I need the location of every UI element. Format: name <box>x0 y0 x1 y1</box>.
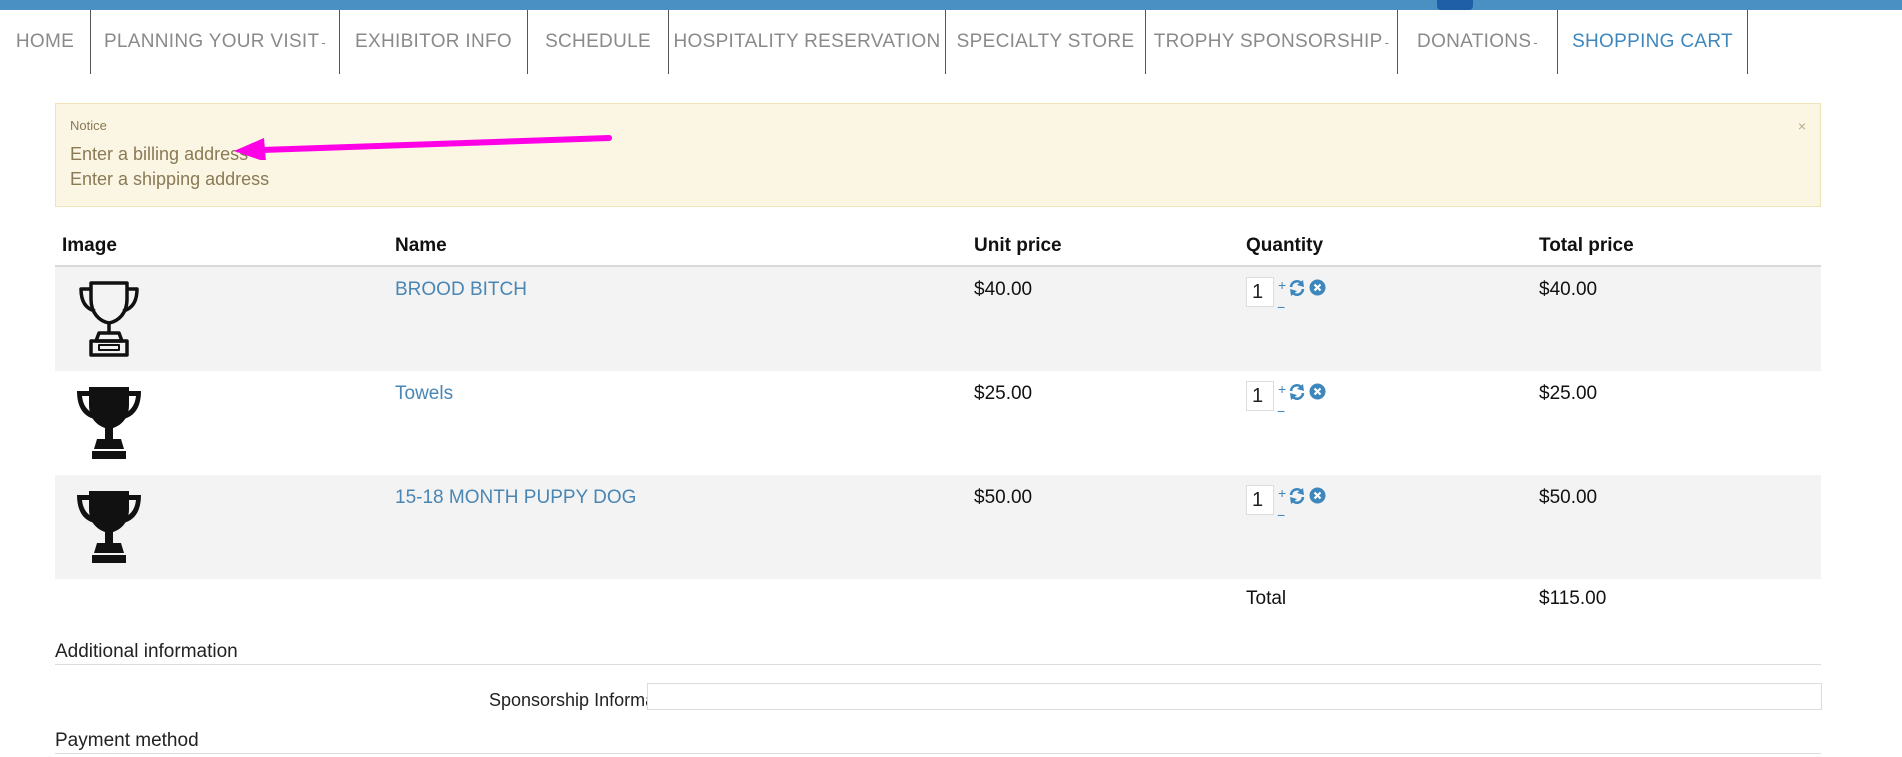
header-total-price: Total price <box>1539 235 1634 256</box>
dropdown-caret-icon: - <box>1533 34 1538 50</box>
remove-icon[interactable] <box>1309 383 1326 400</box>
nav-home[interactable]: HOME <box>0 10 91 74</box>
table-row: 15-18 MONTH PUPPY DOG $50.00 + − $50.00 <box>55 475 1821 579</box>
refresh-icon[interactable] <box>1288 383 1306 401</box>
trophy-solid-icon <box>77 387 141 459</box>
quantity-decrease-button[interactable]: − <box>1277 299 1285 315</box>
main-nav: HOME PLANNING YOUR VISIT - EXHIBITOR INFO… <box>0 10 1748 74</box>
dropdown-caret-icon: - <box>321 34 327 50</box>
quantity-decrease-button[interactable]: − <box>1277 507 1285 523</box>
header-image: Image <box>62 235 117 256</box>
nav-shopping-cart[interactable]: SHOPPING CART <box>1558 10 1748 74</box>
total-price: $40.00 <box>1539 279 1598 300</box>
quantity-increase-button[interactable]: + <box>1278 381 1286 397</box>
unit-price: $40.00 <box>974 279 1033 300</box>
header-unit-price: Unit price <box>974 235 1062 256</box>
close-icon[interactable]: × <box>1798 118 1806 134</box>
section-divider <box>55 753 1821 754</box>
remove-icon[interactable] <box>1309 279 1326 296</box>
cart-total: $115.00 <box>1539 588 1607 609</box>
sponsorship-input[interactable] <box>647 683 1822 710</box>
header-name: Name <box>395 235 447 256</box>
unit-price: $50.00 <box>974 487 1033 508</box>
nav-planning-your-visit[interactable]: PLANNING YOUR VISIT - <box>91 10 340 74</box>
product-link[interactable]: BROOD BITCH <box>395 279 527 301</box>
refresh-icon[interactable] <box>1288 487 1306 505</box>
nav-schedule[interactable]: SCHEDULE <box>528 10 669 74</box>
product-link[interactable]: 15-18 MONTH PUPPY DOG <box>395 487 636 509</box>
total-price: $25.00 <box>1539 383 1598 404</box>
additional-information-title: Additional information <box>55 641 238 662</box>
quantity-increase-button[interactable]: + <box>1278 277 1286 293</box>
section-divider <box>55 664 1821 665</box>
top-bar <box>0 0 1902 10</box>
quantity-input[interactable] <box>1246 277 1274 307</box>
trophy-solid-icon <box>77 491 141 563</box>
quantity-increase-button[interactable]: + <box>1278 485 1286 501</box>
notice-title: Notice <box>70 118 107 133</box>
trophy-outline-icon <box>79 281 139 357</box>
table-row: Towels $25.00 + − $25.00 <box>55 371 1821 475</box>
refresh-icon[interactable] <box>1288 279 1306 297</box>
dropdown-caret-icon: - <box>1384 34 1390 50</box>
nav-trophy-sponsorship[interactable]: TROPHY SPONSORSHIP - <box>1146 10 1398 74</box>
table-row: BROOD BITCH $40.00 + − $40.00 <box>55 267 1821 371</box>
annotation-arrow <box>234 135 612 160</box>
facebook-icon[interactable] <box>1437 0 1473 10</box>
nav-donations[interactable]: DONATIONS - <box>1398 10 1558 74</box>
product-link[interactable]: Towels <box>395 383 453 405</box>
remove-icon[interactable] <box>1309 487 1326 504</box>
notice-billing-message: Enter a billing address <box>70 144 249 164</box>
header-quantity: Quantity <box>1246 235 1324 256</box>
quantity-input[interactable] <box>1246 485 1274 515</box>
nav-specialty-store[interactable]: SPECIALTY STORE <box>946 10 1146 74</box>
notice-shipping-message: Enter a shipping address <box>70 169 270 189</box>
total-label: Total <box>1246 588 1287 609</box>
quantity-decrease-button[interactable]: − <box>1277 403 1285 419</box>
quantity-input[interactable] <box>1246 381 1274 411</box>
unit-price: $25.00 <box>974 383 1033 404</box>
nav-exhibitor-info[interactable]: EXHIBITOR INFO <box>340 10 528 74</box>
total-price: $50.00 <box>1539 487 1598 508</box>
nav-hospitality-reservation[interactable]: HOSPITALITY RESERVATION <box>669 10 946 74</box>
payment-method-title: Payment method <box>55 730 199 751</box>
